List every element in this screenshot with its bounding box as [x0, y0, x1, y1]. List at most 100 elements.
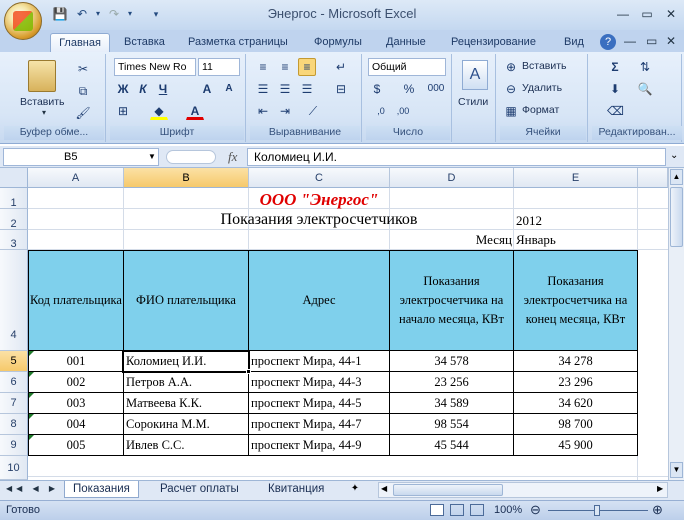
- row-header-10[interactable]: 10: [0, 456, 28, 480]
- sheet-tab-receipt[interactable]: Квитанция: [260, 481, 332, 498]
- thousands-button[interactable]: 000: [424, 80, 448, 98]
- tab-data[interactable]: Данные: [380, 33, 432, 52]
- underline-button[interactable]: Ч: [154, 80, 172, 98]
- cell-start[interactable]: 98 554: [390, 414, 514, 435]
- format-cells-icon[interactable]: ▦: [502, 102, 520, 120]
- row-header-2[interactable]: 2: [0, 209, 28, 230]
- row-header-7[interactable]: 7: [0, 393, 28, 414]
- zoom-slider-thumb[interactable]: [594, 505, 600, 516]
- cell-address[interactable]: проспект Мира, 44-3: [249, 372, 390, 393]
- paste-icon[interactable]: [28, 60, 56, 92]
- align-right-icon[interactable]: ☰: [298, 80, 316, 98]
- cell-end[interactable]: 45 900: [514, 435, 638, 456]
- insert-function-icon[interactable]: fx: [228, 149, 237, 165]
- tab-page-layout[interactable]: Разметка страницы: [182, 33, 294, 52]
- sheet-tab-readings[interactable]: Показания: [64, 481, 139, 498]
- cell-address[interactable]: проспект Мира, 44-5: [249, 393, 390, 414]
- cell-start[interactable]: 23 256: [390, 372, 514, 393]
- header-code[interactable]: Код плательщика: [28, 250, 124, 351]
- styles-button[interactable]: Стили: [458, 96, 488, 108]
- tab-home[interactable]: Главная: [50, 33, 110, 52]
- page-break-view-icon[interactable]: [470, 504, 484, 516]
- sheet-subtitle[interactable]: Показания электросчетчиков: [124, 211, 514, 229]
- grow-font-icon[interactable]: A: [198, 80, 216, 98]
- month-cell[interactable]: Январь: [516, 232, 636, 248]
- cell-code[interactable]: 003: [29, 393, 124, 414]
- help-icon[interactable]: ?: [600, 34, 616, 50]
- page-layout-view-icon[interactable]: [450, 504, 464, 516]
- scroll-thumb[interactable]: [670, 187, 683, 247]
- select-all-corner[interactable]: [0, 168, 28, 188]
- orientation-icon[interactable]: ⟋: [304, 102, 322, 120]
- cell-code[interactable]: 005: [29, 435, 124, 456]
- scroll-down-icon[interactable]: ▼: [670, 462, 683, 478]
- office-button[interactable]: [4, 2, 42, 40]
- tab-view[interactable]: Вид: [558, 33, 590, 52]
- paste-button[interactable]: Вставить: [20, 96, 65, 108]
- currency-icon[interactable]: $: [368, 80, 386, 98]
- cell-address[interactable]: проспект Мира, 44-9: [249, 435, 390, 456]
- cell-code[interactable]: 002: [29, 372, 124, 393]
- column-header-e[interactable]: E: [514, 168, 638, 188]
- percent-button[interactable]: %: [400, 80, 418, 98]
- scroll-left-icon[interactable]: ◀: [381, 484, 387, 493]
- cell-name[interactable]: Коломиец И.И.: [124, 351, 249, 372]
- name-box-dropdown-icon[interactable]: ▼: [148, 152, 156, 161]
- find-select-icon[interactable]: 🔍: [636, 80, 654, 98]
- scroll-up-icon[interactable]: ▲: [670, 169, 683, 185]
- decrease-decimal-icon[interactable]: ,00: [394, 102, 412, 120]
- cell-code[interactable]: 001: [29, 351, 124, 372]
- zoom-in-icon[interactable]: ⊕: [652, 502, 663, 518]
- decrease-indent-icon[interactable]: ⇤: [254, 102, 272, 120]
- column-header-b[interactable]: B: [124, 168, 249, 188]
- h-scroll-thumb[interactable]: [393, 484, 503, 496]
- row-header-8[interactable]: 8: [0, 414, 28, 435]
- styles-icon[interactable]: A: [462, 60, 488, 90]
- name-box[interactable]: B5: [3, 148, 159, 166]
- borders-icon[interactable]: ⊞: [114, 102, 132, 120]
- align-middle-icon[interactable]: ≡: [276, 58, 294, 76]
- sort-filter-icon[interactable]: ⇅: [636, 58, 654, 76]
- row-header-9[interactable]: 9: [0, 435, 28, 456]
- ribbon-minimize-icon[interactable]: —: [624, 34, 636, 48]
- cell-name[interactable]: Ивлев С.С.: [124, 435, 249, 456]
- number-format-select[interactable]: Общий: [368, 58, 446, 76]
- fill-handle[interactable]: [246, 369, 251, 374]
- new-sheet-icon[interactable]: ✦: [344, 483, 366, 497]
- column-header-f[interactable]: [638, 168, 668, 188]
- row-header-4[interactable]: 4: [0, 250, 28, 351]
- increase-indent-icon[interactable]: ⇥: [276, 102, 294, 120]
- delete-cells-button[interactable]: Удалить: [522, 82, 562, 94]
- font-name-select[interactable]: Times New Ro: [114, 58, 196, 76]
- cell-name[interactable]: Матвеева К.К.: [124, 393, 249, 414]
- cell-end[interactable]: 98 700: [514, 414, 638, 435]
- cell-end[interactable]: 23 296: [514, 372, 638, 393]
- zoom-out-icon[interactable]: ⊖: [530, 502, 541, 518]
- header-start-reading[interactable]: Показания электросчетчика на начало меся…: [389, 250, 514, 351]
- cell-end[interactable]: 34 278: [514, 351, 638, 372]
- increase-decimal-icon[interactable]: ,0: [372, 102, 390, 120]
- cut-icon[interactable]: ✂: [74, 60, 92, 78]
- clear-icon[interactable]: ⌫: [606, 102, 624, 120]
- row-header-5[interactable]: 5: [0, 351, 28, 372]
- header-address[interactable]: Адрес: [248, 250, 390, 351]
- month-label[interactable]: Месяц: [390, 232, 513, 248]
- align-center-icon[interactable]: ☰: [276, 80, 294, 98]
- tab-insert[interactable]: Вставка: [118, 33, 171, 52]
- expand-formula-bar-icon[interactable]: ⌄: [670, 150, 678, 161]
- insert-cells-button[interactable]: Вставить: [522, 60, 567, 72]
- cell-start[interactable]: 34 578: [390, 351, 514, 372]
- fill-icon[interactable]: ⬇: [606, 80, 624, 98]
- row-header-1[interactable]: 1: [0, 188, 28, 209]
- wrap-text-icon[interactable]: ↵: [332, 58, 350, 76]
- tab-formulas[interactable]: Формулы: [308, 33, 368, 52]
- normal-view-icon[interactable]: [430, 504, 444, 516]
- formula-bar-resize-handle[interactable]: [166, 150, 216, 164]
- align-left-icon[interactable]: ☰: [254, 80, 272, 98]
- cell-start[interactable]: 34 589: [390, 393, 514, 414]
- autosum-icon[interactable]: Σ: [606, 58, 624, 76]
- font-size-select[interactable]: 11: [198, 58, 240, 76]
- fill-color-icon[interactable]: ◆: [150, 102, 168, 120]
- horizontal-scrollbar[interactable]: ◀ ▶: [378, 482, 668, 498]
- cell-address[interactable]: проспект Мира, 44-7: [249, 414, 390, 435]
